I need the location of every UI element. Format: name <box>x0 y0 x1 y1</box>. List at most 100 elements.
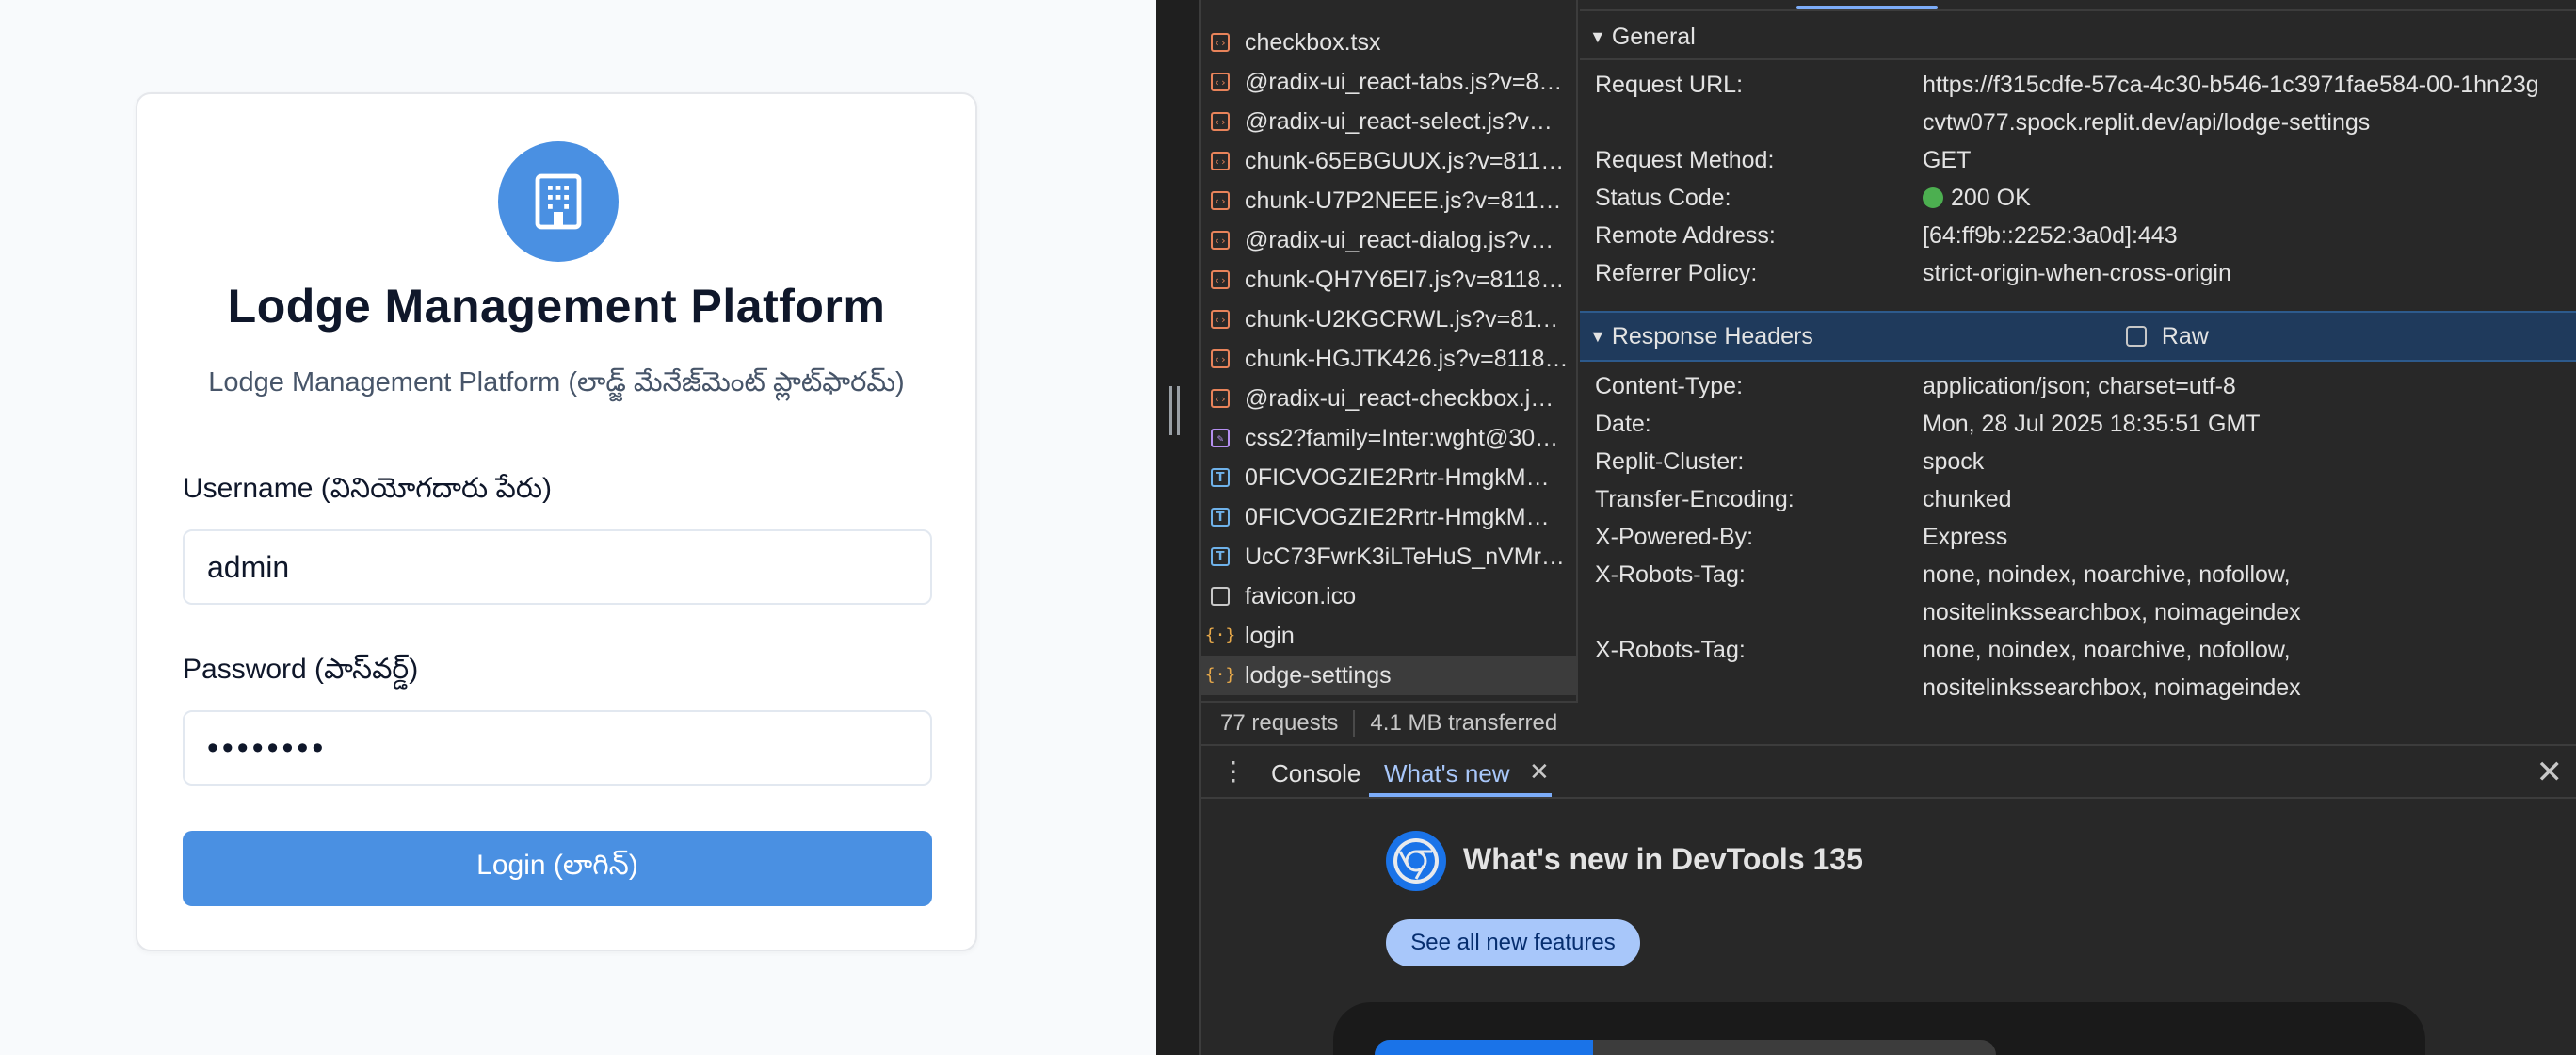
response-headers-section-header[interactable]: ▼ Response Headers Raw <box>1580 311 2576 362</box>
network-request-list: ‹› checkbox.tsx ‹› @radix-ui_react-tabs.js?… <box>1201 0 1578 701</box>
header-value: strict-origin-when-cross-origin <box>1923 260 2231 286</box>
status-code-value: 200 OK <box>1923 185 2031 212</box>
network-request-row[interactable]: ‹› chunk-U2KGCRWL.js?v=811… <box>1201 300 1576 339</box>
request-name: 0FICVOGZIE2Rrtr-HmgkMW… <box>1245 503 1569 530</box>
network-request-row[interactable]: T 0FICVOGZIE2Rrtr-HmgkMW… <box>1201 458 1576 497</box>
header-key: Referrer Policy: <box>1595 260 1758 286</box>
network-request-row[interactable]: ✎ css2?family=Inter:wght@30… <box>1201 418 1576 458</box>
script-file-icon: ‹› <box>1211 112 1230 131</box>
header-key: Content-Type: <box>1595 373 1744 399</box>
close-tab-icon[interactable]: ✕ <box>1529 757 1550 787</box>
network-request-row[interactable]: ‹› chunk-65EBGUUX.js?v=811… <box>1201 141 1576 181</box>
network-request-row[interactable]: ‹› @radix-ui_react-select.js?v… <box>1201 102 1576 141</box>
script-file-icon: ‹› <box>1211 349 1230 368</box>
see-all-features-button[interactable]: See all new features <box>1386 919 1640 966</box>
network-request-row[interactable]: T UcC73FwrK3iLTeHuS_nVMr… <box>1201 537 1576 576</box>
request-name: chunk-U7P2NEEE.js?v=8118… <box>1245 187 1569 214</box>
request-name: login <box>1245 622 1295 649</box>
details-tabstrip <box>1580 0 2576 11</box>
header-key: Remote Address: <box>1595 222 1776 249</box>
login-button[interactable]: Login (లాగిన్) <box>183 831 932 906</box>
header-value: none, noindex, noarchive, nofollow, <box>1923 637 2291 663</box>
network-request-row[interactable]: {·} login <box>1201 616 1576 656</box>
app-viewport: Lodge Management Platform Lodge Manageme… <box>0 0 1156 1055</box>
script-file-icon: ‹› <box>1211 231 1230 250</box>
chrome-devtools-logo-icon <box>1386 831 1446 891</box>
feature-card-image-accent <box>1375 1040 1593 1055</box>
request-name: chunk-QH7Y6EI7.js?v=81184… <box>1245 266 1569 293</box>
request-name: chunk-HGJTK426.js?v=8118… <box>1245 345 1569 372</box>
password-input[interactable]: •••••••• <box>183 710 932 786</box>
general-section-header[interactable]: ▼ General <box>1580 17 2576 57</box>
header-value: [64:ff9b::2252:3a0d]:443 <box>1923 222 2178 249</box>
script-file-icon: ‹› <box>1211 152 1230 170</box>
panel-splitter[interactable] <box>1156 0 1201 1055</box>
fetch-file-icon: {·} <box>1204 625 1236 645</box>
section-title: General <box>1611 23 1696 50</box>
header-key: X-Powered-By: <box>1595 524 1754 550</box>
request-name: chunk-U2KGCRWL.js?v=811… <box>1245 305 1569 333</box>
active-tab-indicator <box>1796 6 1938 9</box>
raw-checkbox[interactable] <box>2125 326 2147 347</box>
drag-handle-icon[interactable] <box>1177 386 1180 435</box>
request-name: favicon.ico <box>1245 582 1357 609</box>
building-icon <box>535 173 582 230</box>
request-name: @radix-ui_react-tabs.js?v=8… <box>1245 68 1563 95</box>
drag-handle-icon[interactable] <box>1169 386 1172 435</box>
header-value: GET <box>1923 147 1972 173</box>
page-subtitle: Lodge Management Platform (లాడ్జ్ మేనేజ్… <box>208 367 905 398</box>
fetch-file-icon: {·} <box>1204 665 1236 685</box>
request-name: lodge-settings <box>1245 661 1392 689</box>
network-request-row[interactable]: {·} lodge-settings <box>1201 656 1576 695</box>
css-file-icon: ✎ <box>1211 429 1230 447</box>
script-file-icon: ‹› <box>1211 33 1230 52</box>
more-options-icon[interactable]: ⋮ <box>1220 755 1247 787</box>
feature-card <box>1333 1002 2425 1055</box>
request-name: UcC73FwrK3iLTeHuS_nVMr… <box>1245 543 1565 570</box>
whats-new-title: What's new in DevTools 135 <box>1463 842 1863 876</box>
script-file-icon: ‹› <box>1211 310 1230 329</box>
request-url-value: https://f315cdfe-57ca-4c30-b546-1c3971fa… <box>1923 72 2539 98</box>
header-value: none, noindex, noarchive, nofollow, <box>1923 561 2291 588</box>
request-name: @radix-ui_react-select.js?v… <box>1245 107 1553 135</box>
script-file-icon: ‹› <box>1211 191 1230 210</box>
network-status-bar: 77 requests 4.1 MB transferred <box>1201 701 1578 744</box>
tab-whats-new[interactable]: What's new <box>1384 759 1510 788</box>
password-label: Password (పాస్‌వర్డ్) <box>183 654 419 685</box>
request-name: chunk-65EBGUUX.js?v=811… <box>1245 147 1565 174</box>
header-key: Status Code: <box>1595 185 1731 211</box>
tab-console[interactable]: Console <box>1271 759 1360 788</box>
divider <box>1580 58 2576 60</box>
script-file-icon: ‹› <box>1211 73 1230 91</box>
request-details: ▼ General Request URL: https://f315cdfe-… <box>1580 0 2576 744</box>
section-title: Response Headers <box>1611 322 1813 349</box>
feature-card-image <box>1375 1040 1996 1055</box>
header-value-cont: nositelinkssearchbox, noimageindex <box>1923 599 2301 625</box>
network-request-row[interactable]: ‹› checkbox.tsx <box>1201 23 1576 62</box>
network-request-row[interactable]: favicon.ico <box>1201 576 1576 616</box>
header-value: chunked <box>1923 486 2012 512</box>
header-key: X-Robots-Tag: <box>1595 637 1746 663</box>
network-request-row[interactable]: ‹› chunk-QH7Y6EI7.js?v=81184… <box>1201 260 1576 300</box>
network-request-row[interactable]: ‹› @radix-ui_react-dialog.js?v… <box>1201 220 1576 260</box>
request-name: @radix-ui_react-checkbox.j… <box>1245 384 1554 412</box>
font-file-icon: T <box>1211 547 1230 566</box>
network-request-row[interactable]: ‹› @radix-ui_react-tabs.js?v=8… <box>1201 62 1576 102</box>
close-drawer-icon[interactable]: ✕ <box>2536 754 2564 791</box>
network-request-row[interactable]: ‹› @radix-ui_react-checkbox.j… <box>1201 379 1576 418</box>
drawer-tabbar: ⋮ Console What's new ✕ ✕ <box>1201 746 2576 799</box>
header-key: Request Method: <box>1595 147 1775 173</box>
network-request-row[interactable]: T 0FICVOGZIE2Rrtr-HmgkMW… <box>1201 497 1576 537</box>
devtools-drawer: ⋮ Console What's new ✕ ✕ What's new in D… <box>1201 744 2576 1055</box>
triangle-down-icon: ▼ <box>1589 26 1606 46</box>
header-key: Transfer-Encoding: <box>1595 486 1795 512</box>
header-value: application/json; charset=utf-8 <box>1923 373 2236 399</box>
header-key: Date: <box>1595 411 1651 437</box>
network-request-row[interactable]: ‹› chunk-HGJTK426.js?v=8118… <box>1201 339 1576 379</box>
script-file-icon: ‹› <box>1211 389 1230 408</box>
raw-label: Raw <box>2161 322 2209 349</box>
username-input[interactable]: admin <box>183 529 932 605</box>
active-tab-indicator <box>1369 793 1552 797</box>
network-request-row[interactable]: ‹› chunk-U7P2NEEE.js?v=8118… <box>1201 181 1576 220</box>
header-key: Request URL: <box>1595 72 1744 98</box>
